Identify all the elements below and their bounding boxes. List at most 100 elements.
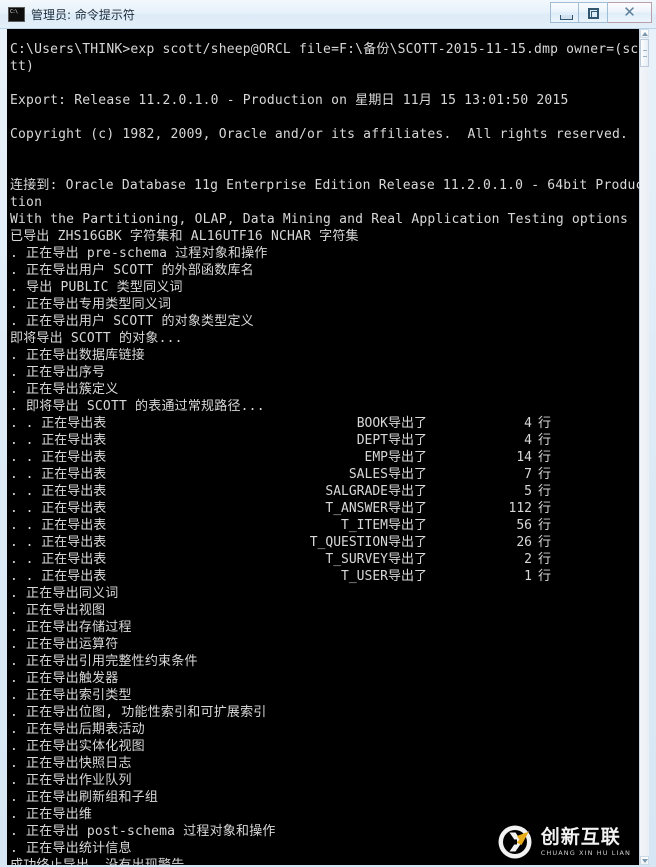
console-line: With the Partitioning, OLAP, Data Mining… (10, 212, 629, 227)
minimize-icon (560, 15, 573, 20)
table-row-count: 26 (516, 535, 532, 550)
table-name: T_ITEM (341, 518, 388, 533)
cmd-prompt-icon (8, 6, 25, 22)
table-row-unit: 行 (538, 484, 552, 499)
watermark-chinese: 创新互联 (540, 825, 621, 848)
restore-button[interactable] (579, 2, 608, 23)
table-export-row: . . 正在导出表 BOOK 导出了 4 行 (10, 415, 639, 432)
console-line: . 正在导出实体化视图 (10, 739, 145, 754)
table-row-count: 4 (524, 433, 532, 448)
table-name: T_SURVEY (325, 552, 388, 567)
table-export-row: . . 正在导出表 T_SURVEY 导出了 2 行 (10, 551, 639, 568)
console-line-list: C:\Users\THINK>exp scott/sheep@ORCL file… (10, 41, 639, 865)
console-line: . 正在导出引用完整性约束条件 (10, 654, 198, 669)
title-bar[interactable]: 管理员: 命令提示符 ✕ (0, 0, 656, 29)
console-line: . 导出 PUBLIC 类型同义词 (10, 280, 183, 295)
scroll-down-arrow-icon[interactable] (640, 856, 649, 865)
table-row-count: 7 (524, 467, 532, 482)
table-export-row: . . 正在导出表 EMP 导出了 14 行 (10, 449, 639, 466)
console-line: 已导出 ZHS16GBK 字符集和 AL16UTF16 NCHAR 字符集 (10, 229, 359, 244)
console-line: . 正在导出数据库链接 (10, 348, 145, 363)
table-name: T_QUESTION (309, 535, 388, 550)
table-row-unit: 行 (538, 450, 552, 465)
table-row-count: 14 (516, 450, 532, 465)
console-line: . 正在导出位图, 功能性索引和可扩展索引 (10, 705, 267, 720)
table-name: BOOK (356, 416, 388, 431)
table-export-row: . . 正在导出表 DEPT 导出了 4 行 (10, 432, 639, 449)
window-title: 管理员: 命令提示符 (31, 7, 135, 22)
console-line: 即将导出 SCOTT 的对象... (10, 331, 183, 346)
close-button[interactable]: ✕ (608, 2, 652, 23)
table-row-unit: 行 (538, 433, 552, 448)
console-line: . 正在导出后期表活动 (10, 722, 145, 737)
table-row-count: 56 (516, 518, 532, 533)
table-name: SALES (348, 467, 388, 482)
console-line: . 正在导出用户 SCOTT 的外部函数库名 (10, 263, 254, 278)
console-line: . 正在导出序号 (10, 365, 106, 380)
console-line: 连接到: Oracle Database 11g Enterprise Edit… (10, 178, 639, 193)
console-output[interactable]: C:\Users\THINK>exp scott/sheep@ORCL file… (7, 29, 639, 865)
table-row-count: 1 (524, 569, 532, 584)
console-line: . 即将导出 SCOTT 的表通过常规路径... (10, 399, 265, 414)
console-line: Export: Release 11.2.0.1.0 - Production … (10, 93, 569, 108)
chuangxin-logo-icon (496, 823, 534, 861)
console-line: Copyright (c) 1982, 2009, Oracle and/or … (10, 127, 629, 142)
console-line: . 正在导出 pre-schema 过程对象和操作 (10, 246, 268, 261)
table-export-row: . . 正在导出表 SALGRADE 导出了 5 行 (10, 483, 639, 500)
watermark: 创新互联 CHUANG XIN HU LIAN (496, 823, 631, 861)
scrollbar-thumb[interactable] (640, 39, 649, 67)
table-row-unit: 行 (538, 569, 552, 584)
table-export-row: . . 正在导出表 SALES 导出了 7 行 (10, 466, 639, 483)
console-line: . 正在导出运算符 (10, 637, 119, 652)
table-export-row: . . 正在导出表 T_ITEM 导出了 56 行 (10, 517, 639, 534)
console-area: C:\Users\THINK>exp scott/sheep@ORCL file… (7, 29, 649, 865)
window-controls: ✕ (550, 2, 652, 23)
console-line: . 正在导出存储过程 (10, 620, 132, 635)
watermark-pinyin: CHUANG XIN HU LIAN (540, 848, 631, 857)
watermark-text: 创新互联 CHUANG XIN HU LIAN (540, 825, 631, 857)
console-line: . 正在导出用户 SCOTT 的对象类型定义 (10, 314, 254, 329)
table-row-count: 2 (524, 552, 532, 567)
table-row-unit: 行 (538, 501, 552, 516)
restore-icon (588, 8, 599, 19)
table-row-unit: 行 (538, 467, 552, 482)
table-row-unit: 行 (538, 416, 552, 431)
table-row-count: 5 (524, 484, 532, 499)
title-bar-left: 管理员: 命令提示符 (8, 0, 135, 28)
table-name: EMP (364, 450, 388, 465)
console-line: . 正在导出刷新组和子组 (10, 790, 159, 805)
console-line: . 正在导出维 (10, 807, 93, 822)
table-export-row: . . 正在导出表 T_QUESTION 导出了 26 行 (10, 534, 639, 551)
scroll-up-arrow-icon[interactable] (640, 29, 649, 38)
table-export-row: . . 正在导出表 T_ANSWER 导出了 112 行 (10, 500, 639, 517)
table-row-unit: 行 (538, 552, 552, 567)
close-icon: ✕ (623, 3, 636, 21)
table-name: T_ANSWER (325, 501, 388, 516)
console-scrollbar[interactable] (639, 29, 649, 865)
command-prompt-window: 管理员: 命令提示符 ✕ C:\Users\THINK>exp scott/sh… (0, 0, 656, 867)
table-name: SALGRADE (325, 484, 388, 499)
table-export-row: . . 正在导出表 T_USER 导出了 1 行 (10, 568, 639, 585)
console-line: C:\Users\THINK>exp scott/sheep@ORCL file… (10, 42, 639, 57)
console-line: . 正在导出触发器 (10, 671, 119, 686)
console-line: . 正在导出索引类型 (10, 688, 132, 703)
table-row-unit: 行 (538, 535, 552, 550)
console-line: tion (10, 195, 43, 210)
console-line: . 正在导出快照日志 (10, 756, 132, 771)
console-line: . 正在导出专用类型同义词 (10, 297, 172, 312)
table-name: DEPT (356, 433, 388, 448)
table-row-count: 112 (508, 501, 532, 516)
table-row-count: 4 (524, 416, 532, 431)
table-row-unit: 行 (538, 518, 552, 533)
minimize-button[interactable] (550, 2, 579, 23)
console-line: . 正在导出视图 (10, 603, 106, 618)
console-line: tt) (10, 59, 35, 74)
console-line: . 正在导出同义词 (10, 586, 119, 601)
table-name: T_USER (341, 569, 388, 584)
console-line: . 正在导出簇定义 (10, 382, 119, 397)
console-line: . 正在导出作业队列 (10, 773, 132, 788)
